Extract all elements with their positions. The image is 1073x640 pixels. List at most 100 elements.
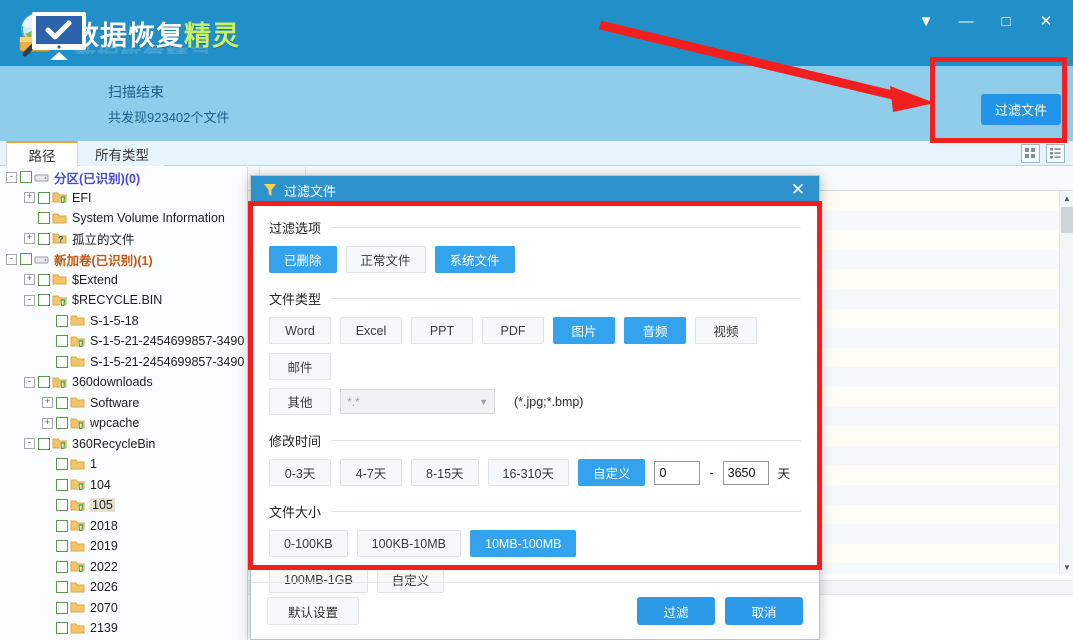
expand-icon[interactable]: + <box>24 192 35 204</box>
tree-item[interactable]: - 360downloads <box>0 372 247 393</box>
modified-time-chip-0[interactable]: 0-3天 <box>269 459 331 486</box>
tree-item[interactable]: + $Extend <box>0 270 247 291</box>
filter-confirm-button[interactable]: 过滤 <box>637 597 715 625</box>
scroll-up-icon[interactable]: ▲ <box>1060 191 1073 205</box>
tree-item-checkbox[interactable] <box>38 376 50 389</box>
expand-icon[interactable]: + <box>42 397 53 409</box>
default-settings-button[interactable]: 默认设置 <box>267 597 359 625</box>
tree-item[interactable]: - 分区(已识别)(0) <box>0 167 247 188</box>
tree-item-checkbox[interactable] <box>56 396 68 409</box>
tree-item[interactable]: + Software <box>0 393 247 414</box>
file-type-chip-1[interactable]: Excel <box>340 317 402 344</box>
collapse-icon[interactable]: - <box>24 376 35 388</box>
tree-item[interactable]: 2018 <box>0 516 247 537</box>
file-type-chip-2[interactable]: PPT <box>411 317 473 344</box>
filter-option-chip-2[interactable]: 系统文件 <box>434 246 515 273</box>
file-size-chip-1[interactable]: 100KB-10MB <box>356 530 462 557</box>
tree-item-label: 2026 <box>90 580 118 595</box>
tree-item[interactable]: 2026 <box>0 577 247 598</box>
tree-item-checkbox[interactable] <box>56 499 68 512</box>
tree-item[interactable]: S-1-5-21-2454699857-3490 <box>0 331 247 352</box>
maximize-icon[interactable]: □ <box>989 6 1023 36</box>
tree-item-label: 2018 <box>90 518 118 533</box>
tree-item-checkbox[interactable] <box>56 560 68 573</box>
filter-option-chip-1[interactable]: 正常文件 <box>345 246 426 273</box>
tree-item-checkbox[interactable] <box>38 294 50 307</box>
file-extension-combobox[interactable]: *.* ▼ <box>340 389 495 414</box>
expand-icon[interactable]: + <box>24 274 35 286</box>
tree-item[interactable]: 1 <box>0 454 247 475</box>
tree-item-checkbox[interactable] <box>56 478 68 491</box>
modified-time-chip-4[interactable]: 自定义 <box>577 459 646 486</box>
detail-view-icon[interactable] <box>1046 144 1065 163</box>
tree-item-checkbox[interactable] <box>38 212 50 225</box>
folder-tree-pane[interactable]: - 分区(已识别)(0) + EFI System Volume Information… <box>0 167 248 640</box>
filter-file-button[interactable]: 过滤文件 <box>980 94 1061 125</box>
file-size-chip-0[interactable]: 0-100KB <box>269 530 348 557</box>
tree-item-checkbox[interactable] <box>56 314 68 327</box>
tree-item[interactable]: - $RECYCLE.BIN <box>0 290 247 311</box>
tree-item[interactable]: 2139 <box>0 618 247 639</box>
tree-item-checkbox[interactable] <box>20 171 32 184</box>
file-type-chip-6[interactable]: 视频 <box>695 317 757 344</box>
tree-item-checkbox[interactable] <box>56 601 68 614</box>
minimize-icon[interactable]: — <box>949 6 983 36</box>
tree-item-checkbox[interactable] <box>38 191 50 204</box>
tree-item[interactable]: 2070 <box>0 598 247 619</box>
modified-time-chip-1[interactable]: 4-7天 <box>340 459 402 486</box>
tree-item-checkbox[interactable] <box>56 355 68 368</box>
file-size-chip-2[interactable]: 10MB-100MB <box>470 530 577 557</box>
file-list-vertical-scrollbar[interactable]: ▲ ▼ <box>1059 191 1073 574</box>
file-type-chip-other[interactable]: 其他 <box>269 388 331 415</box>
tree-item-checkbox[interactable] <box>56 581 68 594</box>
tree-item[interactable]: +? 孤立的文件 <box>0 229 247 250</box>
tree-item-checkbox[interactable] <box>56 622 68 635</box>
tree-item-checkbox[interactable] <box>56 458 68 471</box>
modified-time-from-input[interactable] <box>654 460 701 485</box>
file-type-chip-7[interactable]: 邮件 <box>269 353 331 380</box>
tree-item[interactable]: 104 <box>0 475 247 496</box>
tree-item[interactable]: System Volume Information <box>0 208 247 229</box>
tree-item[interactable]: - 新加卷(已识别)(1) <box>0 249 247 270</box>
tree-item-checkbox[interactable] <box>56 540 68 553</box>
collapse-icon[interactable]: - <box>24 294 35 306</box>
tree-item[interactable]: S-1-5-18 <box>0 311 247 332</box>
tree-item[interactable]: 105 <box>0 495 247 516</box>
dropdown-icon[interactable]: ▼ <box>909 6 943 36</box>
tree-item-checkbox[interactable] <box>56 335 68 348</box>
scrollbar-thumb[interactable] <box>1061 207 1073 233</box>
scroll-down-icon[interactable]: ▼ <box>1060 560 1073 574</box>
tree-item[interactable]: 2019 <box>0 536 247 557</box>
filter-option-chip-0[interactable]: 已删除 <box>269 246 337 273</box>
tree-item-checkbox[interactable] <box>38 437 50 450</box>
tree-item[interactable]: + EFI <box>0 188 247 209</box>
tree-item-label: $RECYCLE.BIN <box>72 293 163 308</box>
modified-time-chip-3[interactable]: 16-310天 <box>487 459 569 486</box>
dialog-close-icon[interactable]: ✕ <box>785 178 811 202</box>
modified-time-to-input[interactable] <box>722 460 769 485</box>
tree-item[interactable]: 2022 <box>0 557 247 578</box>
cancel-button[interactable]: 取消 <box>725 597 803 625</box>
collapse-icon[interactable]: - <box>24 438 35 450</box>
collapse-icon[interactable]: - <box>6 253 17 265</box>
close-icon[interactable]: ✕ <box>1029 6 1063 36</box>
tree-item[interactable]: - 360RecycleBin <box>0 434 247 455</box>
tree-item[interactable]: S-1-5-21-2454699857-3490 <box>0 352 247 373</box>
expand-icon[interactable]: + <box>42 417 53 429</box>
tree-item-checkbox[interactable] <box>38 273 50 286</box>
file-type-chip-4[interactable]: 图片 <box>553 317 615 344</box>
tree-item-checkbox[interactable] <box>56 519 68 532</box>
grid-view-icon[interactable] <box>1021 144 1040 163</box>
file-type-chip-0[interactable]: Word <box>269 317 331 344</box>
collapse-icon[interactable]: - <box>6 171 17 183</box>
tree-item-checkbox[interactable] <box>56 417 68 430</box>
expand-icon[interactable]: + <box>24 233 35 245</box>
tab-all-types[interactable]: 所有类型 <box>80 141 164 166</box>
modified-time-chip-2[interactable]: 8-15天 <box>411 459 479 486</box>
tree-item[interactable]: + wpcache <box>0 413 247 434</box>
tree-item-checkbox[interactable] <box>20 253 32 266</box>
file-type-chip-5[interactable]: 音频 <box>624 317 686 344</box>
file-type-chip-3[interactable]: PDF <box>482 317 544 344</box>
tree-item-checkbox[interactable] <box>38 232 50 245</box>
tab-path[interactable]: 路径 <box>6 141 78 167</box>
